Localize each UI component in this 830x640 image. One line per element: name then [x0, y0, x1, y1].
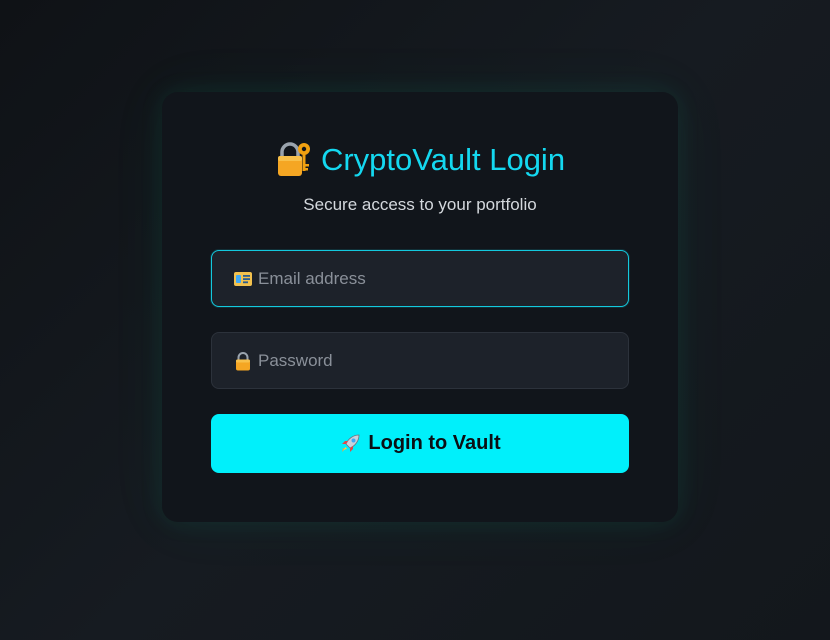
email-input[interactable]: [258, 251, 618, 306]
password-input[interactable]: [258, 333, 618, 388]
login-subtitle: Secure access to your portfolio: [303, 195, 537, 214]
lock-icon: [236, 352, 250, 371]
rocket-icon: [341, 434, 360, 452]
login-button[interactable]: Login to Vault: [211, 414, 629, 473]
login-title: CryptoVault Login: [162, 140, 678, 180]
login-card: CryptoVault Login Secure access to your …: [162, 92, 678, 522]
login-title-text: CryptoVault Login: [320, 142, 566, 177]
password-field[interactable]: [211, 332, 629, 389]
id-card-icon: [234, 272, 252, 286]
lock-with-key-icon: [277, 142, 310, 176]
login-button-label: Login to Vault: [368, 432, 501, 454]
email-field[interactable]: [211, 250, 629, 307]
